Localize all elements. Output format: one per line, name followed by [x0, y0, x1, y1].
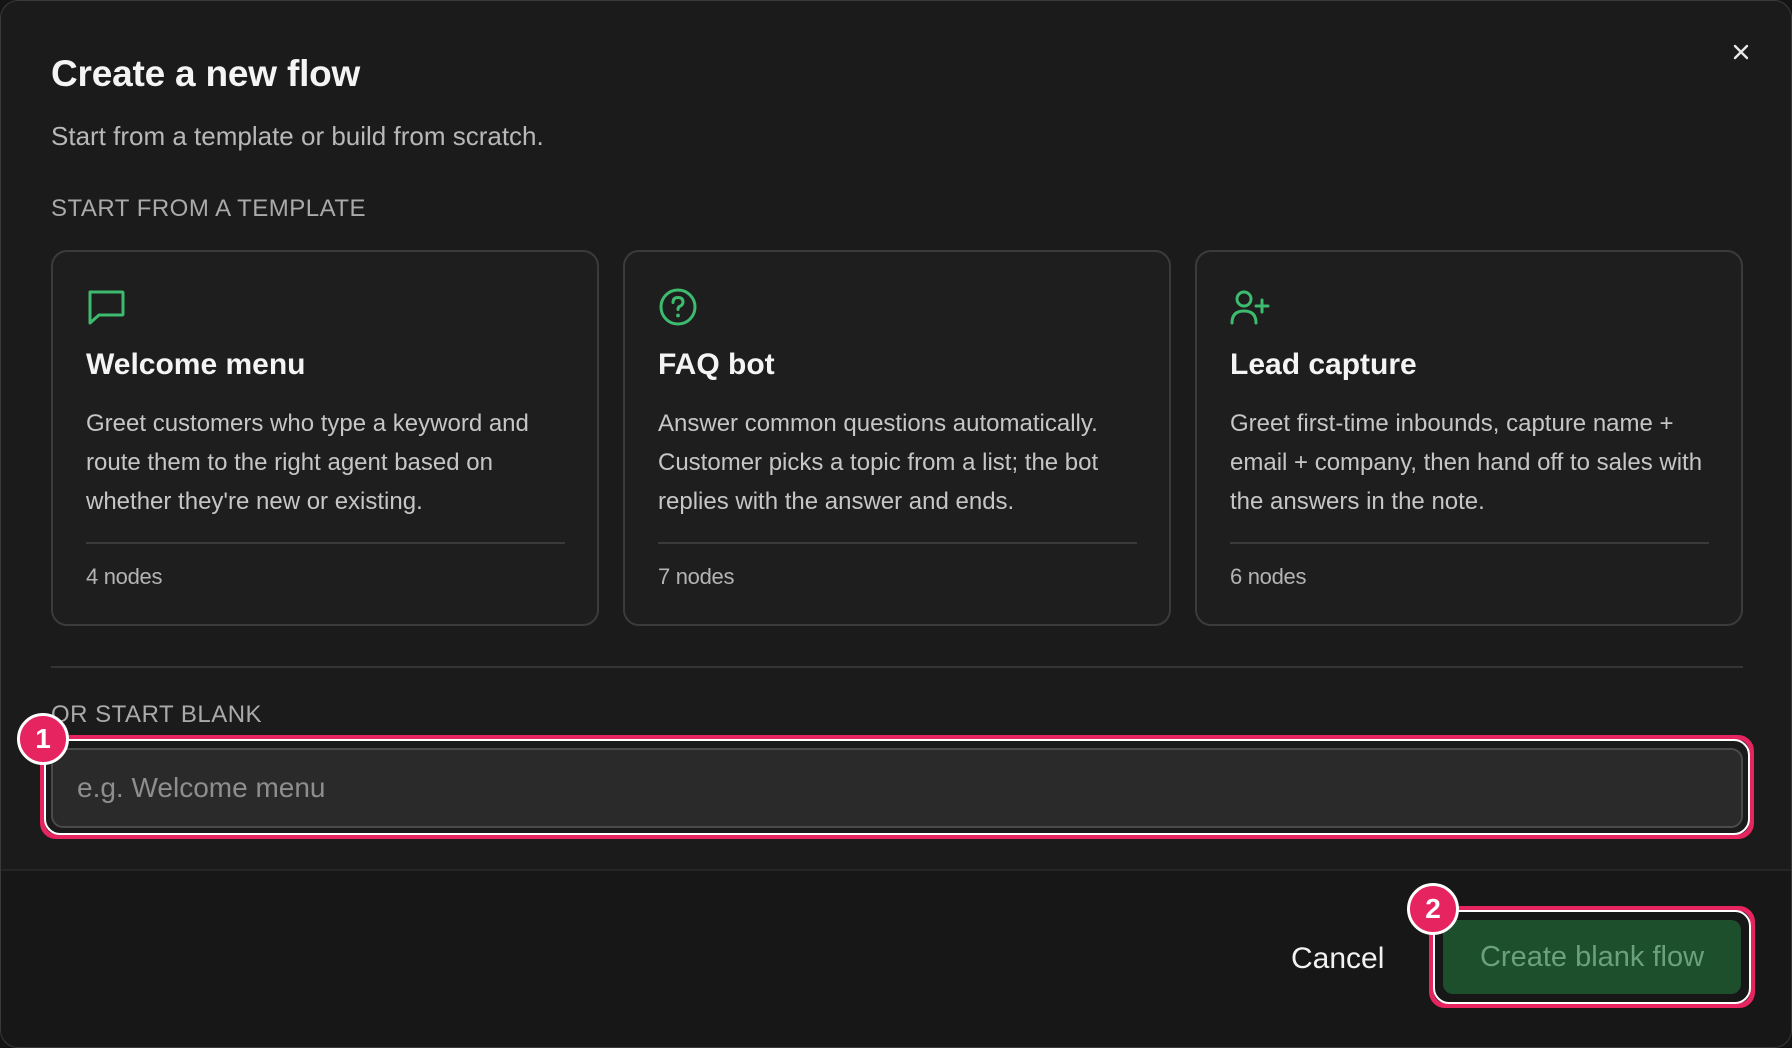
- flow-name-input[interactable]: [51, 748, 1743, 828]
- card-divider: [86, 542, 565, 544]
- help-circle-icon: [659, 288, 697, 326]
- create-blank-flow-button[interactable]: Create blank flow: [1443, 920, 1741, 994]
- blank-section-label: OR START BLANK: [51, 701, 263, 728]
- template-card-welcome-menu[interactable]: Welcome menu Greet customers who type a …: [51, 250, 599, 626]
- template-card-lead-capture[interactable]: Lead capture Greet first-time inbounds, …: [1195, 250, 1743, 626]
- template-card-faq-bot[interactable]: FAQ bot Answer common questions automati…: [623, 250, 1171, 626]
- template-node-count: 4 nodes: [86, 564, 163, 589]
- step-badge: 2: [1407, 883, 1459, 935]
- create-flow-dialog: Create a new flow Start from a template …: [0, 0, 1792, 1048]
- template-name: Welcome menu: [86, 348, 306, 381]
- template-name: FAQ bot: [658, 348, 775, 381]
- close-icon: [1733, 44, 1749, 60]
- close-button[interactable]: [1726, 37, 1756, 67]
- template-node-count: 6 nodes: [1230, 564, 1307, 589]
- card-divider: [658, 542, 1137, 544]
- cancel-button[interactable]: Cancel: [1291, 939, 1384, 979]
- template-cards: Welcome menu Greet customers who type a …: [51, 250, 1743, 626]
- step-badge: 1: [17, 713, 69, 765]
- template-node-count: 7 nodes: [658, 564, 735, 589]
- template-description: Answer common questions automatically. C…: [658, 410, 1099, 515]
- dialog-title: Create a new flow: [51, 53, 361, 94]
- message-square-icon: [88, 290, 125, 325]
- user-plus-icon: [1230, 290, 1270, 325]
- template-name: Lead capture: [1230, 348, 1417, 381]
- dialog-subtitle: Start from a template or build from scra…: [51, 121, 544, 151]
- card-divider: [1230, 542, 1709, 544]
- section-divider: [51, 666, 1743, 668]
- template-description: Greet first-time inbounds, capture name …: [1230, 410, 1703, 515]
- template-description: Greet customers who type a keyword and r…: [86, 410, 529, 515]
- template-section-label: START FROM A TEMPLATE: [51, 195, 367, 222]
